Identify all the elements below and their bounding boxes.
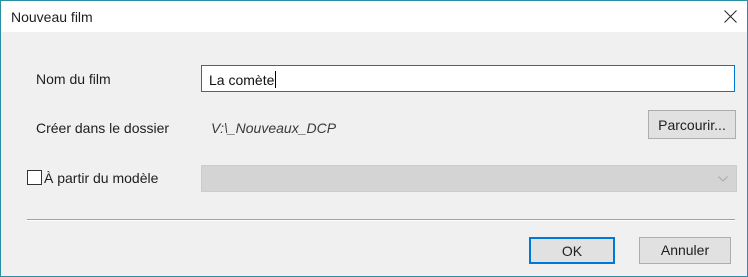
folder-path: V:\_Nouveaux_DCP — [211, 120, 337, 136]
close-icon — [724, 10, 737, 23]
template-checkbox[interactable] — [27, 170, 42, 185]
film-name-input[interactable]: La comète — [201, 65, 735, 92]
window-title: Nouveau film — [11, 9, 93, 25]
cancel-button[interactable]: Annuler — [639, 237, 731, 264]
close-button[interactable] — [715, 1, 745, 32]
chevron-down-icon — [718, 176, 728, 182]
separator — [27, 219, 735, 221]
folder-label: Créer dans le dossier — [36, 120, 170, 136]
new-film-dialog: Nouveau film Nom du film La comète Créer… — [0, 0, 748, 277]
ok-button[interactable]: OK — [529, 237, 615, 264]
film-name-value: La comète — [209, 71, 277, 88]
text-caret — [275, 71, 277, 88]
film-name-label: Nom du film — [36, 71, 111, 87]
template-select[interactable] — [201, 165, 737, 192]
title-bar: Nouveau film — [1, 1, 747, 32]
browse-button[interactable]: Parcourir... — [648, 110, 736, 139]
template-label[interactable]: À partir du modèle — [44, 170, 158, 186]
